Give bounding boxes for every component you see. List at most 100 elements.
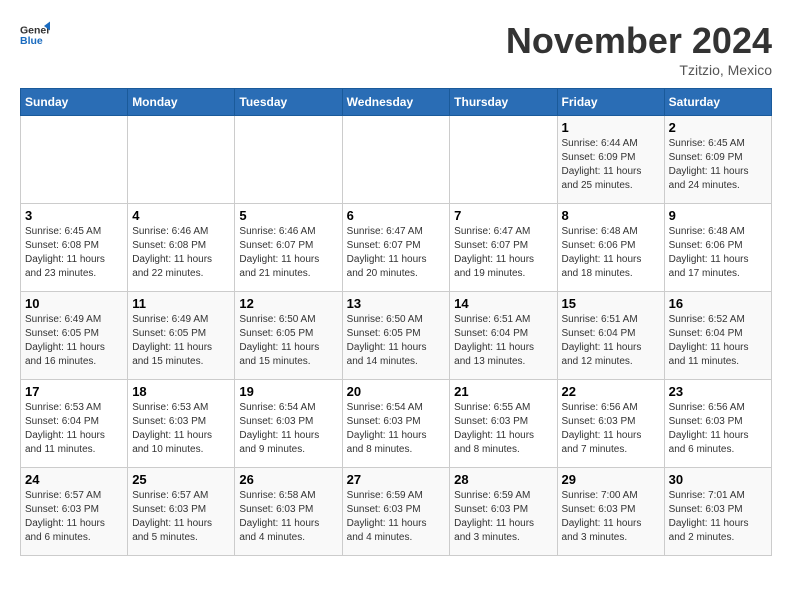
table-row: 30Sunrise: 7:01 AMSunset: 6:03 PMDayligh…	[664, 468, 771, 556]
calendar-week-1: 1Sunrise: 6:44 AMSunset: 6:09 PMDaylight…	[21, 116, 772, 204]
day-number: 4	[132, 208, 230, 223]
svg-text:Blue: Blue	[20, 35, 43, 47]
day-number: 21	[454, 384, 552, 399]
day-info: Sunrise: 6:51 AMSunset: 6:04 PMDaylight:…	[562, 313, 660, 369]
day-info: Sunrise: 6:55 AMSunset: 6:03 PMDaylight:…	[454, 401, 552, 457]
table-row: 16 Sunrise: 6:52 AMSunset: 6:04 PMDayligh…	[664, 292, 771, 380]
page-header: General Blue November 2024 Tzitzio, Mexi…	[20, 20, 772, 78]
day-info: Sunrise: 6:44 AMSunset: 6:09 PMDaylight:…	[562, 137, 660, 193]
table-row: 12 Sunrise: 6:50 AMSunset: 6:05 PMDayligh…	[235, 292, 342, 380]
table-row: 6Sunrise: 6:47 AMSunset: 6:07 PMDaylight…	[342, 204, 450, 292]
table-row: 8 Sunrise: 6:48 AMSunset: 6:06 PMDaylight…	[557, 204, 664, 292]
table-row: 5 Sunrise: 6:46 AMSunset: 6:07 PMDaylight…	[235, 204, 342, 292]
day-number: 13	[347, 296, 446, 311]
day-info: Sunrise: 6:58 AMSunset: 6:03 PMDaylight:…	[239, 489, 337, 545]
day-info: Sunrise: 6:53 AMSunset: 6:03 PMDaylight:…	[132, 401, 230, 457]
day-info: Sunrise: 6:56 AMSunset: 6:03 PMDaylight:…	[669, 401, 767, 457]
calendar-header-row: Sunday Monday Tuesday Wednesday Thursday…	[21, 89, 772, 116]
table-row: 18 Sunrise: 6:53 AMSunset: 6:03 PMDayligh…	[128, 380, 235, 468]
table-row: 3 Sunrise: 6:45 AMSunset: 6:08 PMDaylight…	[21, 204, 128, 292]
day-number: 5	[239, 208, 337, 223]
table-row: 22Sunrise: 6:56 AMSunset: 6:03 PMDayligh…	[557, 380, 664, 468]
table-row: 26 Sunrise: 6:58 AMSunset: 6:03 PMDayligh…	[235, 468, 342, 556]
table-row	[21, 116, 128, 204]
day-number: 26	[239, 472, 337, 487]
day-number: 15	[562, 296, 660, 311]
day-info: Sunrise: 6:50 AMSunset: 6:05 PMDaylight:…	[347, 313, 446, 369]
day-info: Sunrise: 6:57 AMSunset: 6:03 PMDaylight:…	[25, 489, 123, 545]
day-info: Sunrise: 6:46 AMSunset: 6:08 PMDaylight:…	[132, 225, 230, 281]
day-info: Sunrise: 7:00 AMSunset: 6:03 PMDaylight:…	[562, 489, 660, 545]
day-info: Sunrise: 6:59 AMSunset: 6:03 PMDaylight:…	[347, 489, 446, 545]
table-row: 20 Sunrise: 6:54 AMSunset: 6:03 PMDayligh…	[342, 380, 450, 468]
day-number: 19	[239, 384, 337, 399]
title-block: November 2024 Tzitzio, Mexico	[506, 20, 772, 78]
day-info: Sunrise: 6:51 AMSunset: 6:04 PMDaylight:…	[454, 313, 552, 369]
table-row: 23Sunrise: 6:56 AMSunset: 6:03 PMDayligh…	[664, 380, 771, 468]
month-title: November 2024	[506, 20, 772, 62]
col-tuesday: Tuesday	[235, 89, 342, 116]
day-number: 27	[347, 472, 446, 487]
col-sunday: Sunday	[21, 89, 128, 116]
table-row: 13 Sunrise: 6:50 AMSunset: 6:05 PMDayligh…	[342, 292, 450, 380]
table-row: 25 Sunrise: 6:57 AMSunset: 6:03 PMDayligh…	[128, 468, 235, 556]
table-row: 27 Sunrise: 6:59 AMSunset: 6:03 PMDayligh…	[342, 468, 450, 556]
day-info: Sunrise: 6:57 AMSunset: 6:03 PMDaylight:…	[132, 489, 230, 545]
day-number: 6	[347, 208, 446, 223]
table-row: 7Sunrise: 6:47 AMSunset: 6:07 PMDaylight…	[450, 204, 557, 292]
day-number: 29	[562, 472, 660, 487]
day-number: 20	[347, 384, 446, 399]
table-row: 10 Sunrise: 6:49 AMSunset: 6:05 PMDayligh…	[21, 292, 128, 380]
day-info: Sunrise: 6:52 AMSunset: 6:04 PMDaylight:…	[669, 313, 767, 369]
table-row: 9Sunrise: 6:48 AMSunset: 6:06 PMDaylight…	[664, 204, 771, 292]
calendar-table: Sunday Monday Tuesday Wednesday Thursday…	[20, 88, 772, 556]
day-number: 30	[669, 472, 767, 487]
day-info: Sunrise: 6:45 AMSunset: 6:09 PMDaylight:…	[669, 137, 767, 193]
calendar-week-4: 17Sunrise: 6:53 AMSunset: 6:04 PMDayligh…	[21, 380, 772, 468]
day-number: 10	[25, 296, 123, 311]
table-row	[128, 116, 235, 204]
table-row	[342, 116, 450, 204]
calendar-week-3: 10 Sunrise: 6:49 AMSunset: 6:05 PMDayligh…	[21, 292, 772, 380]
table-row: 2 Sunrise: 6:45 AMSunset: 6:09 PMDaylight…	[664, 116, 771, 204]
day-number: 25	[132, 472, 230, 487]
day-info: Sunrise: 6:59 AMSunset: 6:03 PMDaylight:…	[454, 489, 552, 545]
table-row: 1Sunrise: 6:44 AMSunset: 6:09 PMDaylight…	[557, 116, 664, 204]
day-number: 18	[132, 384, 230, 399]
table-row: 19 Sunrise: 6:54 AMSunset: 6:03 PMDayligh…	[235, 380, 342, 468]
table-row: 15 Sunrise: 6:51 AMSunset: 6:04 PMDayligh…	[557, 292, 664, 380]
day-info: Sunrise: 6:47 AMSunset: 6:07 PMDaylight:…	[454, 225, 552, 281]
day-number: 2	[669, 120, 767, 135]
col-wednesday: Wednesday	[342, 89, 450, 116]
day-info: Sunrise: 6:48 AMSunset: 6:06 PMDaylight:…	[562, 225, 660, 281]
day-number: 14	[454, 296, 552, 311]
day-number: 11	[132, 296, 230, 311]
day-number: 28	[454, 472, 552, 487]
day-info: Sunrise: 6:54 AMSunset: 6:03 PMDaylight:…	[347, 401, 446, 457]
logo: General Blue	[20, 20, 50, 50]
table-row: 11 Sunrise: 6:49 AMSunset: 6:05 PMDayligh…	[128, 292, 235, 380]
day-number: 3	[25, 208, 123, 223]
table-row: 14 Sunrise: 6:51 AMSunset: 6:04 PMDayligh…	[450, 292, 557, 380]
day-info: Sunrise: 6:46 AMSunset: 6:07 PMDaylight:…	[239, 225, 337, 281]
table-row: 24Sunrise: 6:57 AMSunset: 6:03 PMDayligh…	[21, 468, 128, 556]
day-number: 8	[562, 208, 660, 223]
logo-icon: General Blue	[20, 20, 50, 50]
day-info: Sunrise: 6:50 AMSunset: 6:05 PMDaylight:…	[239, 313, 337, 369]
day-number: 12	[239, 296, 337, 311]
col-monday: Monday	[128, 89, 235, 116]
table-row	[235, 116, 342, 204]
day-info: Sunrise: 6:54 AMSunset: 6:03 PMDaylight:…	[239, 401, 337, 457]
col-friday: Friday	[557, 89, 664, 116]
location: Tzitzio, Mexico	[506, 62, 772, 78]
table-row: 28 Sunrise: 6:59 AMSunset: 6:03 PMDayligh…	[450, 468, 557, 556]
day-info: Sunrise: 6:49 AMSunset: 6:05 PMDaylight:…	[25, 313, 123, 369]
table-row: 17Sunrise: 6:53 AMSunset: 6:04 PMDayligh…	[21, 380, 128, 468]
day-number: 16	[669, 296, 767, 311]
calendar-week-2: 3 Sunrise: 6:45 AMSunset: 6:08 PMDaylight…	[21, 204, 772, 292]
day-info: Sunrise: 6:49 AMSunset: 6:05 PMDaylight:…	[132, 313, 230, 369]
day-info: Sunrise: 6:48 AMSunset: 6:06 PMDaylight:…	[669, 225, 767, 281]
table-row	[450, 116, 557, 204]
day-info: Sunrise: 6:45 AMSunset: 6:08 PMDaylight:…	[25, 225, 123, 281]
day-number: 22	[562, 384, 660, 399]
